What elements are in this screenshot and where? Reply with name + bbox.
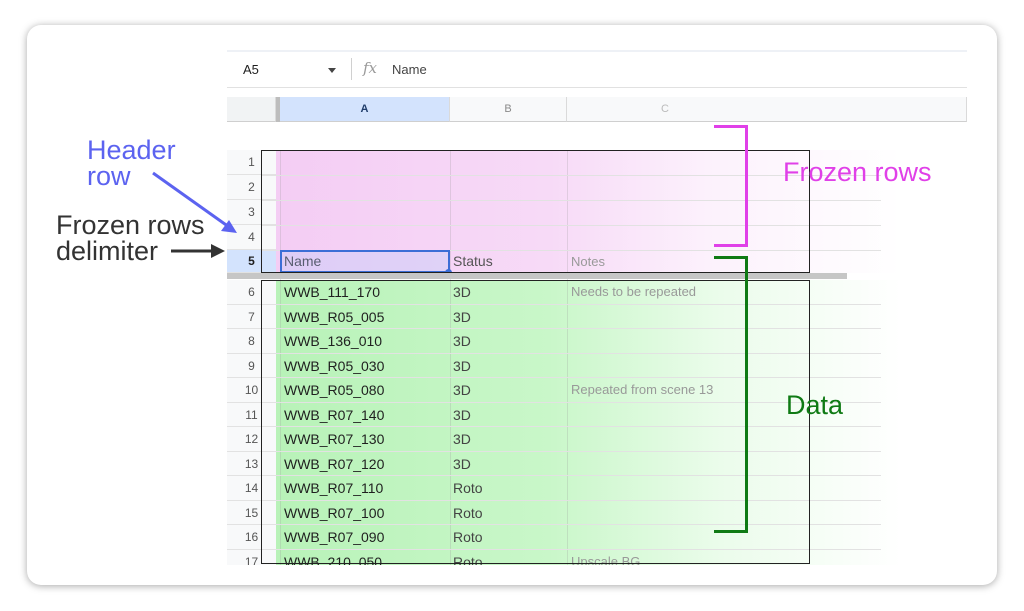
column-header-a[interactable]: A bbox=[280, 97, 450, 122]
frozen-rows-delimiter[interactable] bbox=[227, 273, 847, 279]
column-header-b[interactable]: B bbox=[450, 97, 567, 122]
formula-bar: A5 fx Name bbox=[227, 50, 967, 88]
data-annotation: Data bbox=[786, 390, 844, 420]
select-all-corner[interactable] bbox=[227, 97, 276, 122]
frozen-rows-annotation: Frozen rows bbox=[783, 157, 932, 187]
annotation-line: Header bbox=[87, 135, 176, 165]
formula-bar-divider bbox=[351, 58, 352, 80]
name-box-dropdown-icon[interactable] bbox=[328, 68, 336, 73]
spreadsheet: A5 fx Name A B C 1 2 3 4 5 Name Status N… bbox=[227, 50, 967, 565]
delimiter-arrow-icon bbox=[171, 244, 225, 258]
formula-input[interactable]: Name bbox=[392, 62, 427, 77]
column-header-c[interactable]: C bbox=[567, 97, 967, 122]
toolbar-edge bbox=[227, 50, 967, 52]
annotation-line: Frozen rows bbox=[56, 210, 205, 240]
name-box[interactable]: A5 bbox=[243, 62, 259, 77]
data-bracket bbox=[714, 256, 748, 533]
frozen-rows-bracket bbox=[714, 125, 748, 247]
figure-card: A5 fx Name A B C 1 2 3 4 5 Name Status N… bbox=[27, 25, 997, 585]
fx-icon: fx bbox=[363, 59, 378, 77]
